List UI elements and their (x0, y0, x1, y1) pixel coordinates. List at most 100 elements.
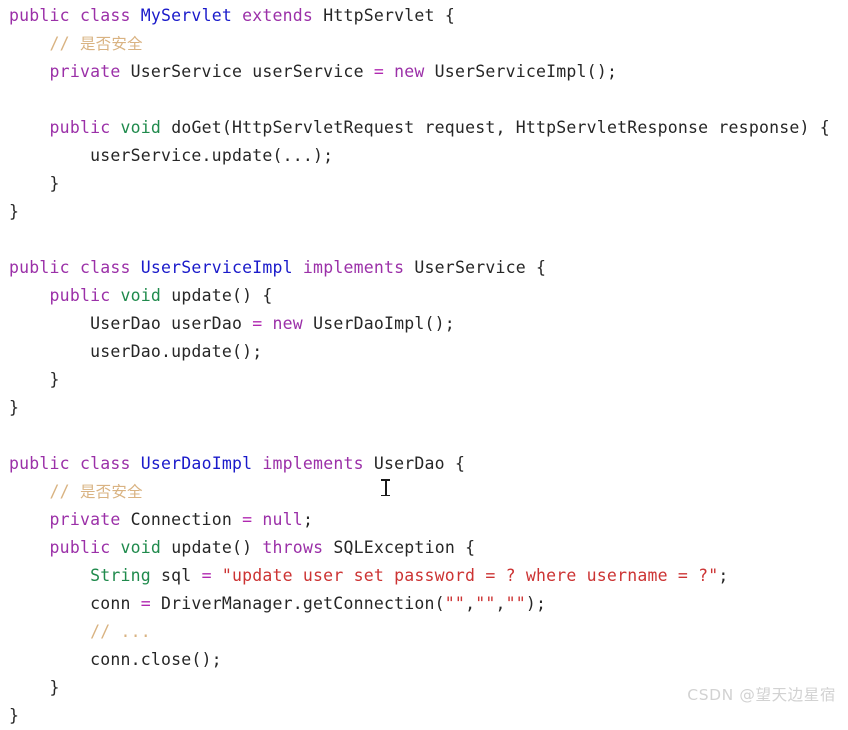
code-line: // 是否安全 (0, 30, 848, 58)
code-line: } (0, 702, 848, 730)
code-token: = (252, 314, 263, 333)
code-token: 是否安全 (79, 35, 143, 53)
code-token: } (9, 202, 20, 221)
code-token: ; (302, 510, 314, 529)
code-line: } (0, 394, 848, 422)
code-token: sql (150, 566, 202, 585)
code-token: private (49, 510, 121, 529)
code-token: public (9, 258, 70, 277)
code-token: } (49, 174, 60, 193)
code-token: UserDao (373, 454, 445, 473)
code-token: } (49, 370, 60, 389)
code-token: // (49, 482, 80, 501)
code-token: update() { (171, 286, 273, 305)
code-line: public void doGet(HttpServletRequest req… (0, 114, 848, 142)
code-line: // ... (0, 618, 848, 646)
code-token: = (140, 594, 151, 613)
code-editor[interactable]: public class MyServlet extends HttpServl… (0, 0, 848, 725)
code-line: String sql = "update user set password =… (0, 562, 848, 590)
code-line: UserDao userDao = new UserDaoImpl(); (0, 310, 848, 338)
code-token: userDao.update(); (90, 342, 263, 361)
code-token: private (49, 62, 121, 81)
code-token: "" (444, 594, 466, 613)
code-line: public class MyServlet extends HttpServl… (0, 2, 848, 30)
code-token: } (49, 678, 60, 697)
code-token: } (9, 706, 20, 725)
code-token: conn (90, 594, 141, 613)
code-token: UserService userService (130, 62, 374, 81)
code-token: throws (262, 538, 324, 557)
code-line: userDao.update(); (0, 338, 848, 366)
code-token: } (9, 398, 20, 417)
code-token: { (444, 454, 466, 473)
watermark-label: CSDN @望天边星宿 (687, 686, 836, 704)
code-line: public void update() throws SQLException… (0, 534, 848, 562)
code-token: ); (525, 594, 547, 613)
code-content[interactable]: public class MyServlet extends HttpServl… (0, 0, 848, 730)
code-token: ; (718, 566, 729, 585)
code-token: userService.update(...); (90, 146, 334, 165)
code-token: public (9, 454, 70, 473)
code-line: public class UserServiceImpl implements … (0, 254, 848, 282)
code-token: public (49, 538, 111, 557)
code-line: public void update() { (0, 282, 848, 310)
code-token: = (242, 510, 253, 529)
code-token: class (79, 258, 131, 277)
code-token: void (120, 286, 162, 305)
code-token: { (434, 6, 455, 25)
code-token: HttpServlet (323, 6, 435, 25)
code-token: = (201, 566, 212, 585)
code-token: "update user set password = ? where user… (221, 566, 719, 585)
code-line: } (0, 198, 848, 226)
code-line: userService.update(...); (0, 142, 848, 170)
code-token: // (49, 34, 80, 53)
code-token: "" (505, 594, 526, 613)
code-token: public (9, 6, 70, 25)
code-token: , (465, 594, 476, 613)
code-token: implements (302, 258, 405, 277)
code-token: "" (475, 594, 496, 613)
code-token: class (79, 6, 131, 25)
code-token: = (373, 62, 384, 81)
code-token: doGet(HttpServletRequest request, HttpSe… (171, 118, 830, 137)
code-token: UserDaoImpl (140, 454, 253, 473)
code-token: public (49, 286, 111, 305)
code-token: , (495, 594, 506, 613)
code-token: UserServiceImpl (140, 258, 293, 277)
code-token: { (525, 258, 547, 277)
code-token: UserServiceImpl(); (434, 62, 618, 81)
